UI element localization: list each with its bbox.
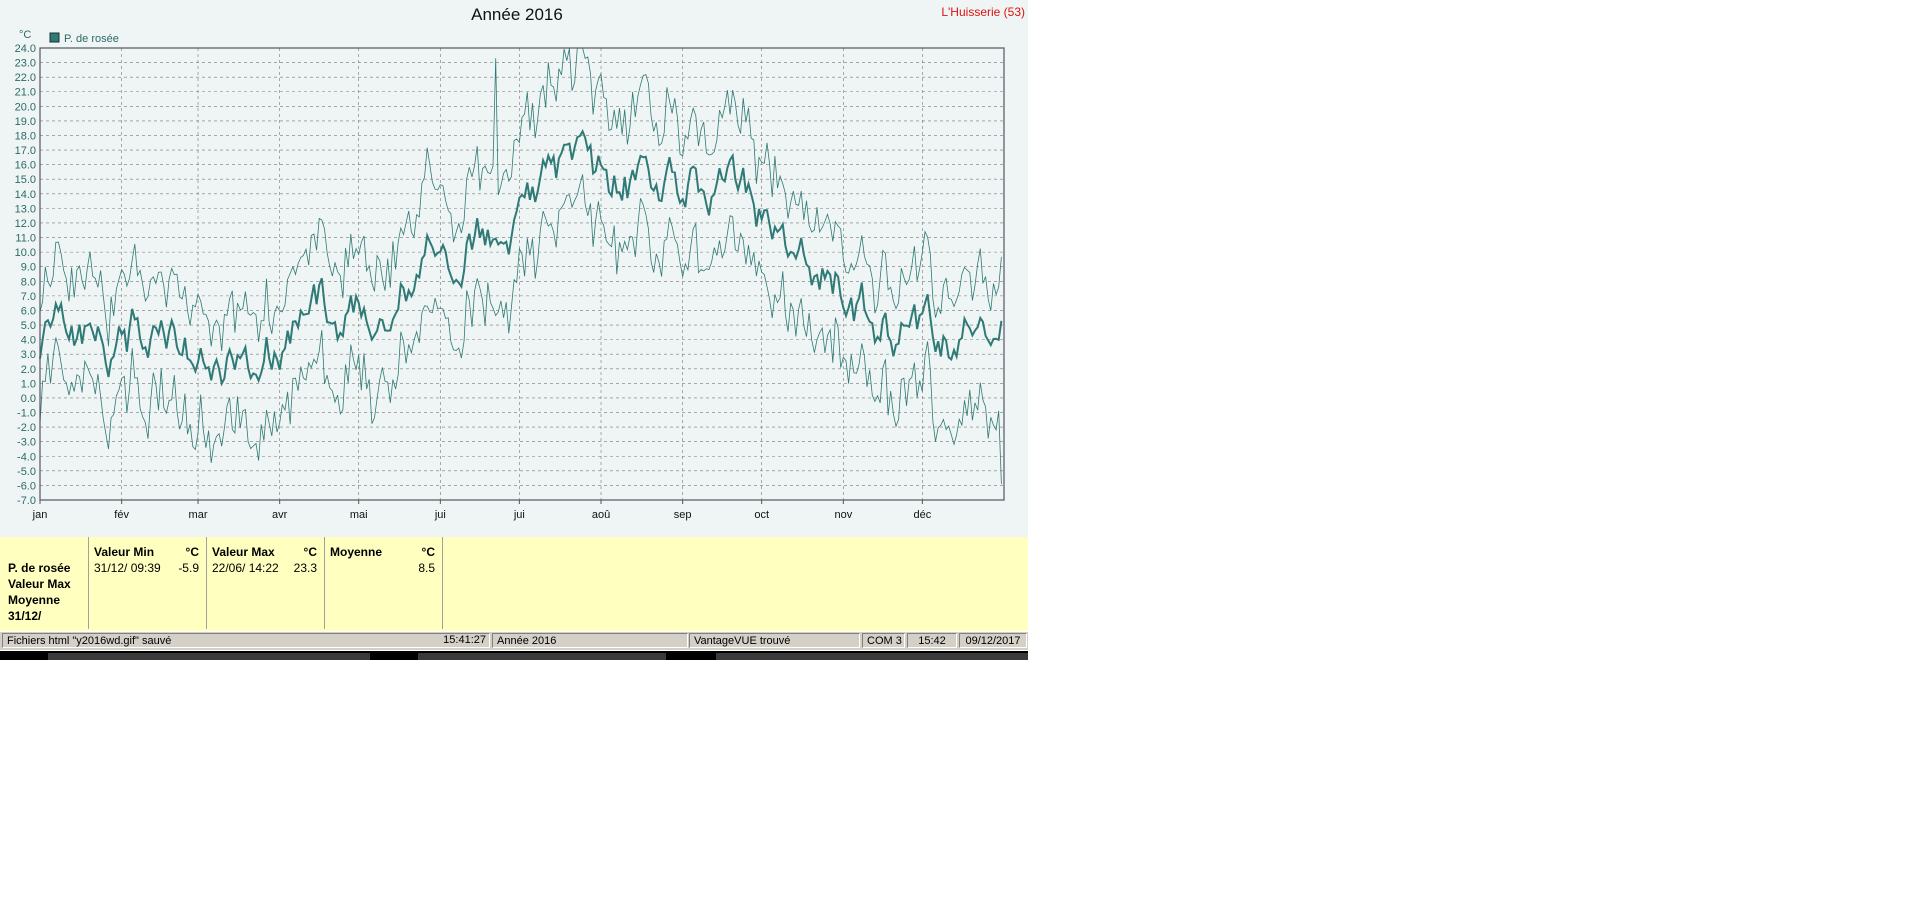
max-unit: °C <box>303 545 317 559</box>
y-axis-unit: °C <box>19 29 31 41</box>
y-tick-label: -5.0 <box>17 466 36 478</box>
min-header: Valeur Min <box>94 545 155 559</box>
x-tick-label: jui <box>513 509 525 521</box>
y-tick-label: 10.0 <box>15 247 36 259</box>
legend-swatch <box>49 32 60 43</box>
status-clock-text: 15:42 <box>918 635 946 647</box>
status-port-text: COM 3 <box>867 635 902 647</box>
status-station: VantageVUE trouvé <box>689 633 860 648</box>
y-tick-label: 24.0 <box>15 43 36 55</box>
y-tick-label: 6.0 <box>21 305 36 317</box>
chart-panel: Année 2016 L'Huisserie (53) °C P. de ros… <box>0 0 1028 537</box>
status-period: Année 2016 <box>492 633 688 648</box>
x-tick-label: jui <box>434 509 446 521</box>
y-tick-label: 1.0 <box>21 378 36 390</box>
status-date: 09/12/2017 <box>959 633 1027 648</box>
y-tick-label: 21.0 <box>15 87 36 99</box>
mean-unit: °C <box>421 545 435 559</box>
y-tick-label: -4.0 <box>17 451 36 463</box>
y-tick-label: 2.0 <box>21 364 36 376</box>
mean-header: Moyenne <box>330 545 383 559</box>
y-tick-label: 23.0 <box>15 58 36 70</box>
status-clock: 15:42 <box>907 633 957 648</box>
y-tick-label: -3.0 <box>17 437 36 449</box>
weather-graph-window: Année 2016 L'Huisserie (53) °C P. de ros… <box>0 0 1028 660</box>
min-date: 31/12/ 09:39 <box>94 561 161 575</box>
max-value: 23.3 <box>293 561 317 575</box>
min-value: -5.9 <box>178 561 199 575</box>
taskbar-strip <box>0 651 1028 660</box>
y-tick-label: 8.0 <box>21 276 36 288</box>
y-tick-label: 13.0 <box>15 203 36 215</box>
max-date: 22/06/ 14:22 <box>212 561 279 575</box>
summary-table: P. de rosée Valeur Max Moyenne 31/12/ Va… <box>0 537 1028 631</box>
y-tick-label: 11.0 <box>15 233 36 245</box>
y-tick-label: 0.0 <box>21 393 36 405</box>
x-tick-label: avr <box>272 509 288 521</box>
mean-value: 8.5 <box>418 561 435 575</box>
y-tick-label: 4.0 <box>21 335 36 347</box>
y-tick-label: 9.0 <box>21 262 36 274</box>
x-tick-label: mar <box>189 509 208 521</box>
summary-max-column: Valeur Max °C 22/06/ 14:22 23.3 <box>207 537 325 629</box>
y-tick-label: 14.0 <box>15 189 36 201</box>
location-label: L'Huisserie (53) <box>941 5 1025 19</box>
y-tick-label: 16.0 <box>15 160 36 172</box>
y-tick-label: -7.0 <box>17 495 36 507</box>
summary-min-column: Valeur Min °C 31/12/ 09:39 -5.9 <box>89 537 207 629</box>
x-tick-label: nov <box>834 509 852 521</box>
status-time-text: 15:41:27 <box>443 634 486 646</box>
y-tick-label: 12.0 <box>15 218 36 230</box>
status-time: 15:41:27 <box>438 633 490 648</box>
x-tick-label: fév <box>114 509 129 521</box>
status-message-text: Fichiers html "y2016wd.gif" sauvé <box>7 635 172 647</box>
row-label-series: P. de rosée <box>8 561 71 575</box>
y-tick-label: -2.0 <box>17 422 36 434</box>
y-tick-label: 20.0 <box>15 101 36 113</box>
x-tick-label: oct <box>754 509 769 521</box>
x-tick-label: déc <box>913 509 931 521</box>
status-period-text: Année 2016 <box>497 635 557 647</box>
row-label-date: 31/12/ <box>8 609 42 623</box>
y-tick-label: 17.0 <box>15 145 36 157</box>
summary-labels-column: P. de rosée Valeur Max Moyenne 31/12/ <box>0 537 89 629</box>
x-tick-label: aoû <box>592 509 610 521</box>
plot-area <box>40 48 1004 500</box>
y-tick-label: 18.0 <box>15 130 36 142</box>
y-tick-label: 19.0 <box>15 116 36 128</box>
x-tick-label: mai <box>350 509 368 521</box>
row-label-max: Valeur Max <box>8 577 71 591</box>
y-tick-label: 15.0 <box>15 174 36 186</box>
y-tick-label: -1.0 <box>17 408 36 420</box>
legend-label: P. de rosée <box>64 33 119 45</box>
x-tick-label: sep <box>674 509 692 521</box>
min-unit: °C <box>185 545 199 559</box>
max-header: Valeur Max <box>212 545 275 559</box>
grid-layer <box>40 47 1004 501</box>
status-station-text: VantageVUE trouvé <box>694 635 791 647</box>
y-tick-label: 5.0 <box>21 320 36 332</box>
status-port: COM 3 <box>862 633 905 648</box>
summary-mean-column: Moyenne °C 8.5 <box>325 537 443 629</box>
y-tick-label: 3.0 <box>21 349 36 361</box>
dewpoint-chart: Année 2016 L'Huisserie (53) °C P. de ros… <box>15 5 1025 521</box>
y-tick-label: -6.0 <box>17 480 36 492</box>
chart-title: Année 2016 <box>471 5 563 24</box>
y-tick-label: 22.0 <box>15 72 36 84</box>
status-date-text: 09/12/2017 <box>965 635 1021 647</box>
row-label-mean: Moyenne <box>8 593 61 607</box>
x-tick-label: jan <box>32 509 48 521</box>
status-bar: Fichiers html "y2016wd.gif" sauvé 15:41:… <box>0 632 1028 650</box>
status-message: Fichiers html "y2016wd.gif" sauvé <box>2 633 490 648</box>
y-tick-label: 7.0 <box>21 291 36 303</box>
